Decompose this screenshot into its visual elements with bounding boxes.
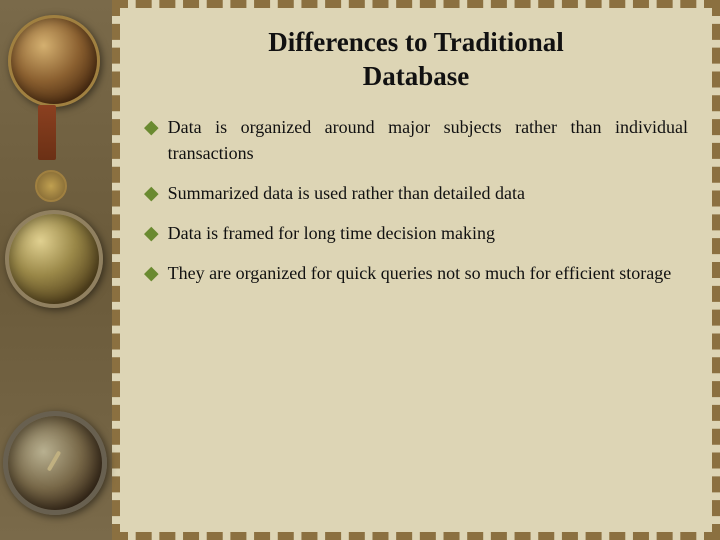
bullet-list: ◆ Data is organized around major subject… [144,114,688,519]
bullet-text-4: They are organized for quick queries not… [168,260,688,286]
bullet-text-1: Data is organized around major subjects … [168,114,688,166]
bullet-item-4: ◆ They are organized for quick queries n… [144,260,688,286]
left-decorative-panel [0,0,112,540]
decoration-top [8,15,100,107]
decoration-middle [5,210,103,308]
bullet-diamond-4: ◆ [144,262,159,285]
bullet-item-1: ◆ Data is organized around major subject… [144,114,688,166]
bullet-item-2: ◆ Summarized data is used rather than de… [144,180,688,206]
title-line1: Differences to Traditional [144,26,688,60]
bullet-diamond-2: ◆ [144,182,159,205]
bullet-text-2: Summarized data is used rather than deta… [168,180,688,206]
slide-title: Differences to Traditional Database [144,26,688,94]
main-content-area: Differences to Traditional Database ◆ Da… [112,0,720,540]
decoration-small [35,170,67,202]
bullet-diamond-3: ◆ [144,222,159,245]
bullet-item-3: ◆ Data is framed for long time decision … [144,220,688,246]
title-line2: Database [144,60,688,94]
content-wrapper: Differences to Traditional Database ◆ Da… [120,8,712,532]
bullet-diamond-1: ◆ [144,116,159,139]
ribbon-top [38,105,56,160]
bullet-text-3: Data is framed for long time decision ma… [168,220,688,246]
